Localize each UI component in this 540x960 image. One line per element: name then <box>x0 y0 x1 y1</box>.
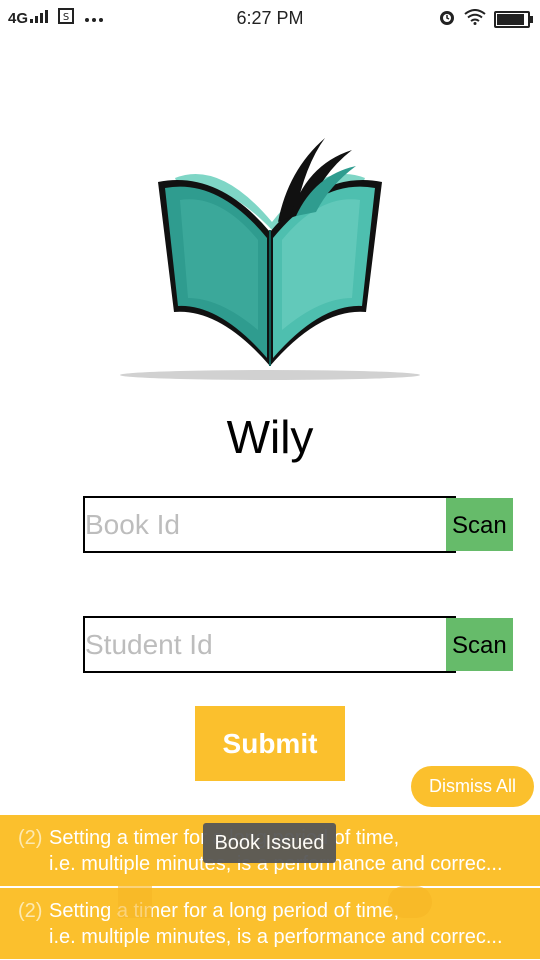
battery-icon <box>494 11 533 28</box>
scan-student-button[interactable]: Scan <box>446 618 513 671</box>
status-right <box>438 8 533 31</box>
background-button-ghost <box>118 886 152 918</box>
warning-box[interactable]: (2) Setting a timer for a long period of… <box>0 888 540 959</box>
scan-book-button[interactable]: Scan <box>446 498 513 551</box>
alarm-icon <box>438 8 456 31</box>
submit-button[interactable]: Submit <box>195 706 345 781</box>
warning-count: (2) <box>18 900 43 922</box>
wifi-icon <box>464 9 486 30</box>
book-id-input[interactable] <box>85 498 446 551</box>
toast-message: Book Issued <box>203 823 336 863</box>
app-title: Wily <box>226 411 314 463</box>
status-bar: 4G S 6:27 PM <box>0 0 540 36</box>
student-id-row: Scan <box>83 616 513 673</box>
book-id-row: Scan <box>83 496 513 553</box>
student-id-input[interactable] <box>85 618 446 671</box>
battery-level <box>497 14 524 25</box>
background-button-ghost <box>388 886 432 918</box>
book-logo <box>120 138 420 380</box>
warning-count: (2) <box>18 827 43 849</box>
warning-message-line2: i.e. multiple minutes, is a performance … <box>49 926 503 948</box>
warning-message-line1: Setting a timer for a long period of tim… <box>49 900 400 922</box>
dismiss-all-button[interactable]: Dismiss All <box>411 766 534 807</box>
